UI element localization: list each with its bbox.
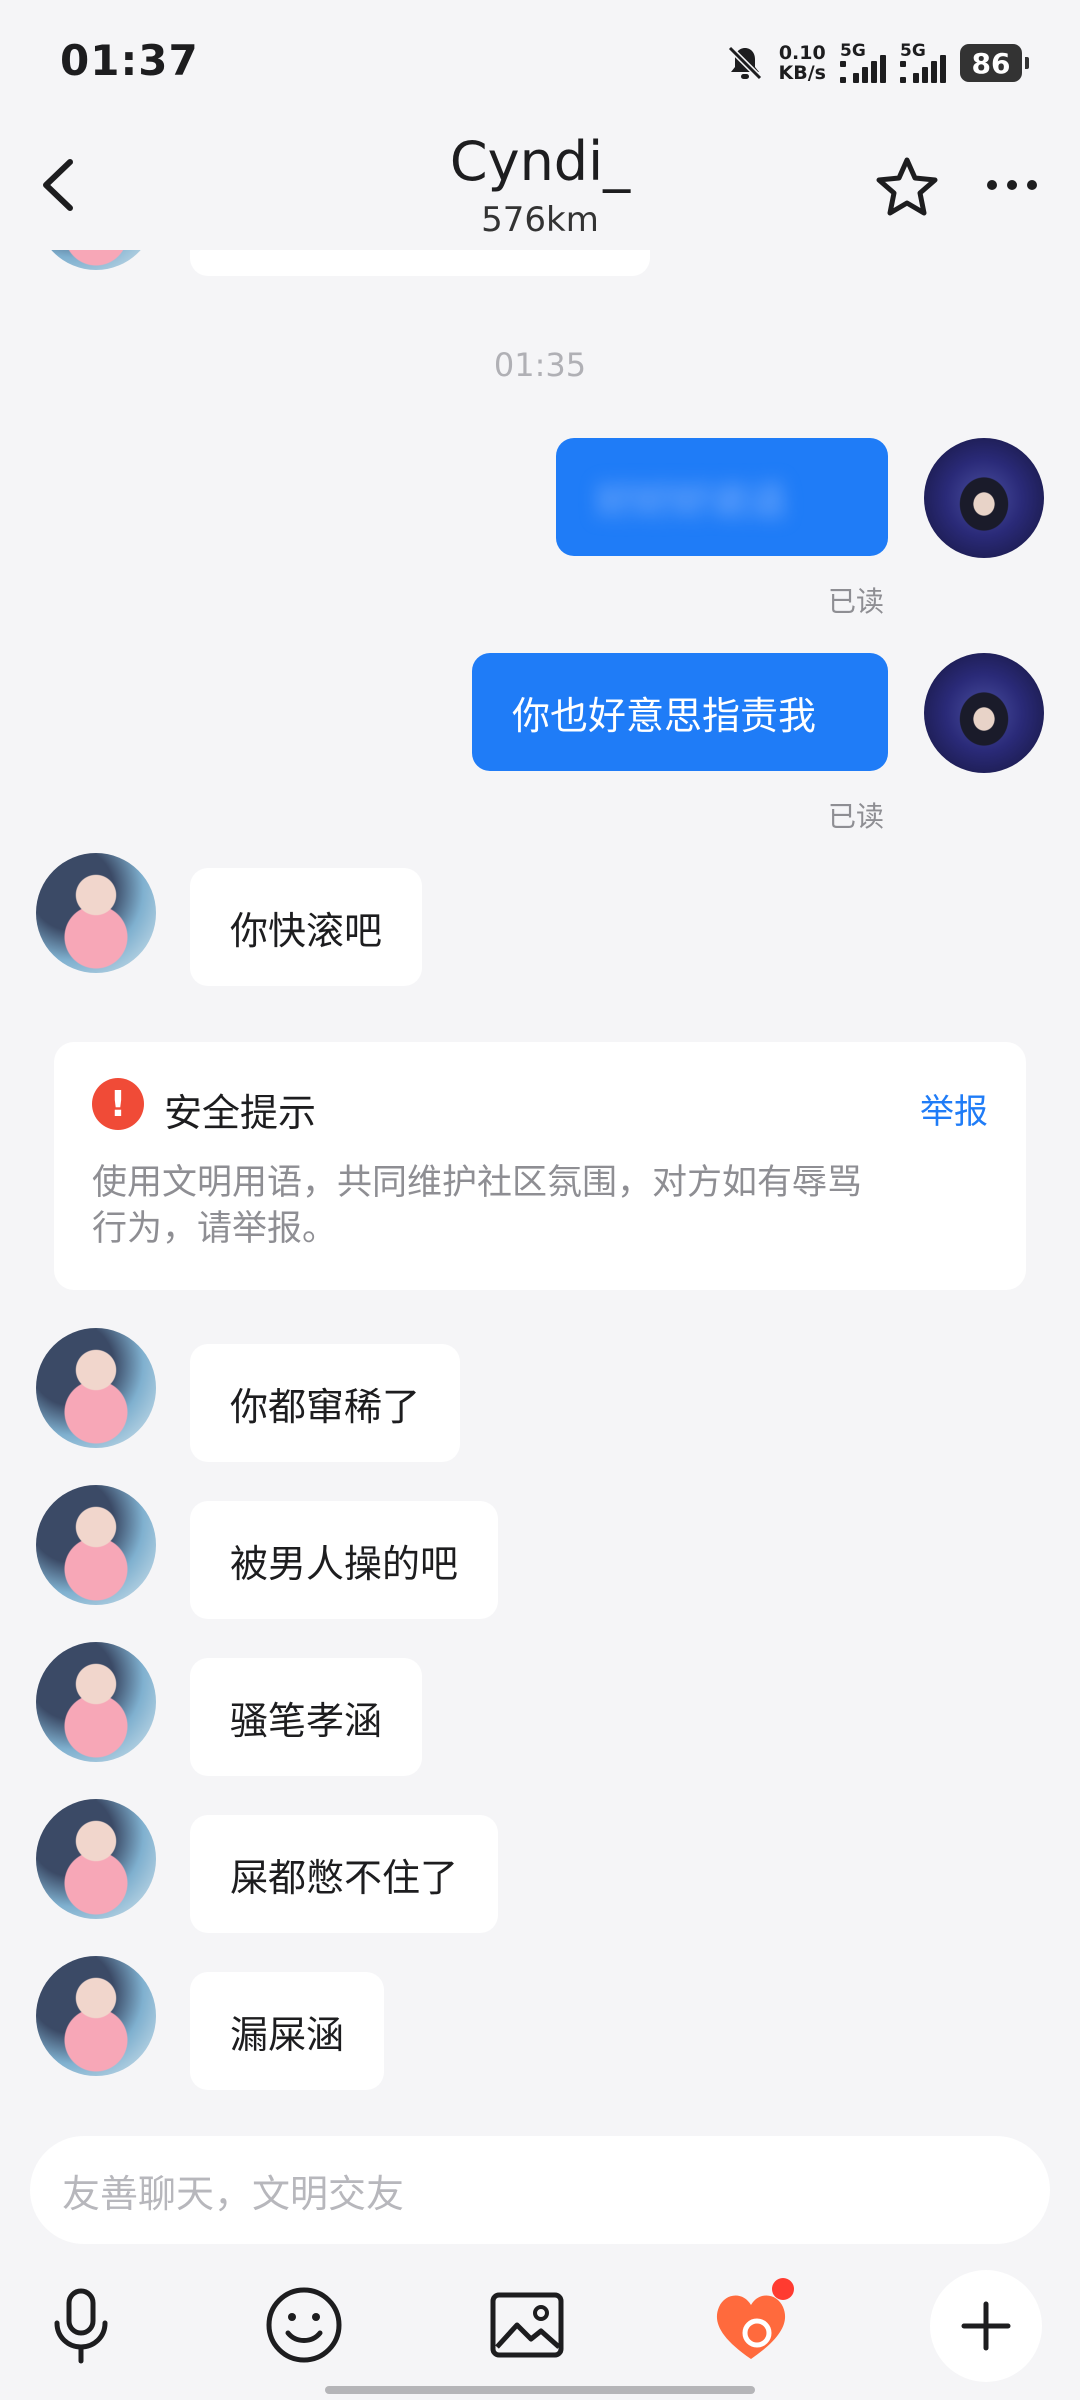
signal-icon-2: 5G bbox=[900, 41, 946, 83]
microphone-icon bbox=[54, 2288, 108, 2364]
safety-notice: ! 安全提示 举报 使用文明用语，共同维护社区氛围，对方如有辱骂 行为，请举报。 bbox=[54, 1042, 1026, 1290]
battery-level: 86 bbox=[971, 46, 1011, 80]
message-bubble-received[interactable]: 漏屎涵 bbox=[190, 1972, 385, 2090]
safety-body-line-2: 行为，请举报。 bbox=[92, 1209, 338, 1249]
report-link[interactable]: 举报 bbox=[920, 1084, 988, 1133]
avatar[interactable] bbox=[36, 1328, 156, 1448]
avatar[interactable] bbox=[36, 853, 156, 973]
message-bubble-received[interactable]: 骚笔孝涵 bbox=[190, 1658, 423, 1776]
network-type-2: 5G bbox=[900, 41, 926, 61]
message-input[interactable]: 友善聊天，文明交友 bbox=[30, 2136, 1050, 2244]
avatar[interactable] bbox=[36, 1485, 156, 1605]
avatar[interactable] bbox=[36, 1799, 156, 1919]
gift-button[interactable] bbox=[706, 2278, 796, 2370]
message-bubble-sent[interactable]: 好好好说话 bbox=[556, 438, 888, 556]
avatar[interactable] bbox=[36, 250, 156, 270]
message-bubble-partial[interactable] bbox=[190, 250, 650, 276]
avatar-self[interactable] bbox=[924, 438, 1044, 558]
battery-icon: 86 bbox=[960, 44, 1029, 82]
image-button[interactable] bbox=[482, 2280, 572, 2370]
message-text: 你都窜稀了 bbox=[230, 1384, 421, 1429]
message-bubble-sent[interactable]: 你也好意思指责我 bbox=[472, 653, 888, 771]
more-actions-button[interactable] bbox=[930, 2270, 1042, 2382]
emoji-button[interactable] bbox=[259, 2280, 349, 2370]
network-type-1: 5G bbox=[840, 41, 866, 61]
voice-button[interactable] bbox=[36, 2280, 126, 2370]
message-bubble-received[interactable]: 你快滚吧 bbox=[190, 868, 423, 986]
signal-icon: 5G bbox=[840, 41, 886, 83]
message-bubble-received[interactable]: 屎都憋不住了 bbox=[190, 1815, 499, 1933]
message-text: 漏屎涵 bbox=[230, 2012, 345, 2057]
message-bubble-received[interactable]: 被男人操的吧 bbox=[190, 1501, 499, 1619]
image-icon bbox=[490, 2292, 564, 2358]
chat-area[interactable]: 01:35 好好好说话 已读 你也好意思指责我 已读 你快滚吧 ! 安全提示 举… bbox=[0, 250, 1080, 2110]
read-receipt: 已读 bbox=[828, 800, 885, 833]
read-receipt: 已读 bbox=[828, 585, 885, 618]
emoji-icon bbox=[266, 2287, 342, 2363]
status-icons: 0.10 KB/s 5G 5G 86 bbox=[725, 40, 1029, 86]
network-speed: 0.10 KB/s bbox=[779, 43, 826, 83]
status-bar: 01:37 0.10 KB/s 5G 5G 86 bbox=[0, 0, 1080, 120]
plus-icon bbox=[961, 2301, 1011, 2351]
home-indicator[interactable] bbox=[325, 2386, 755, 2394]
input-placeholder: 友善聊天，文明交友 bbox=[62, 2171, 405, 2216]
message-text: 屎都憋不住了 bbox=[230, 1855, 459, 1900]
notification-badge bbox=[772, 2278, 794, 2300]
star-icon[interactable] bbox=[872, 152, 942, 222]
input-bar: 友善聊天，文明交友 bbox=[0, 2110, 1080, 2250]
status-time: 01:37 bbox=[60, 36, 199, 85]
avatar-self[interactable] bbox=[924, 653, 1044, 773]
message-timestamp: 01:35 bbox=[493, 346, 587, 384]
message-text: 好好好说话 bbox=[596, 478, 787, 523]
bell-muted-icon bbox=[727, 45, 762, 81]
speed-unit: KB/s bbox=[778, 62, 826, 84]
avatar[interactable] bbox=[36, 1642, 156, 1762]
more-icon[interactable] bbox=[982, 160, 1042, 210]
safety-body-line-1: 使用文明用语，共同维护社区氛围，对方如有辱骂 bbox=[92, 1163, 863, 1203]
avatar[interactable] bbox=[36, 1956, 156, 2076]
message-bubble-received[interactable]: 你都窜稀了 bbox=[190, 1344, 461, 1462]
chat-header: Cyndi_ 576km bbox=[0, 120, 1080, 250]
message-text: 你快滚吧 bbox=[230, 908, 383, 953]
chat-toolbar bbox=[0, 2250, 1080, 2400]
safety-body: 使用文明用语，共同维护社区氛围，对方如有辱骂 行为，请举报。 bbox=[92, 1160, 966, 1252]
message-text: 你也好意思指责我 bbox=[512, 693, 817, 738]
message-text: 被男人操的吧 bbox=[230, 1541, 459, 1586]
message-text: 骚笔孝涵 bbox=[230, 1698, 383, 1743]
speed-value: 0.10 bbox=[778, 42, 826, 64]
safety-title: 安全提示 bbox=[164, 1091, 317, 1135]
warning-icon: ! bbox=[92, 1078, 144, 1130]
